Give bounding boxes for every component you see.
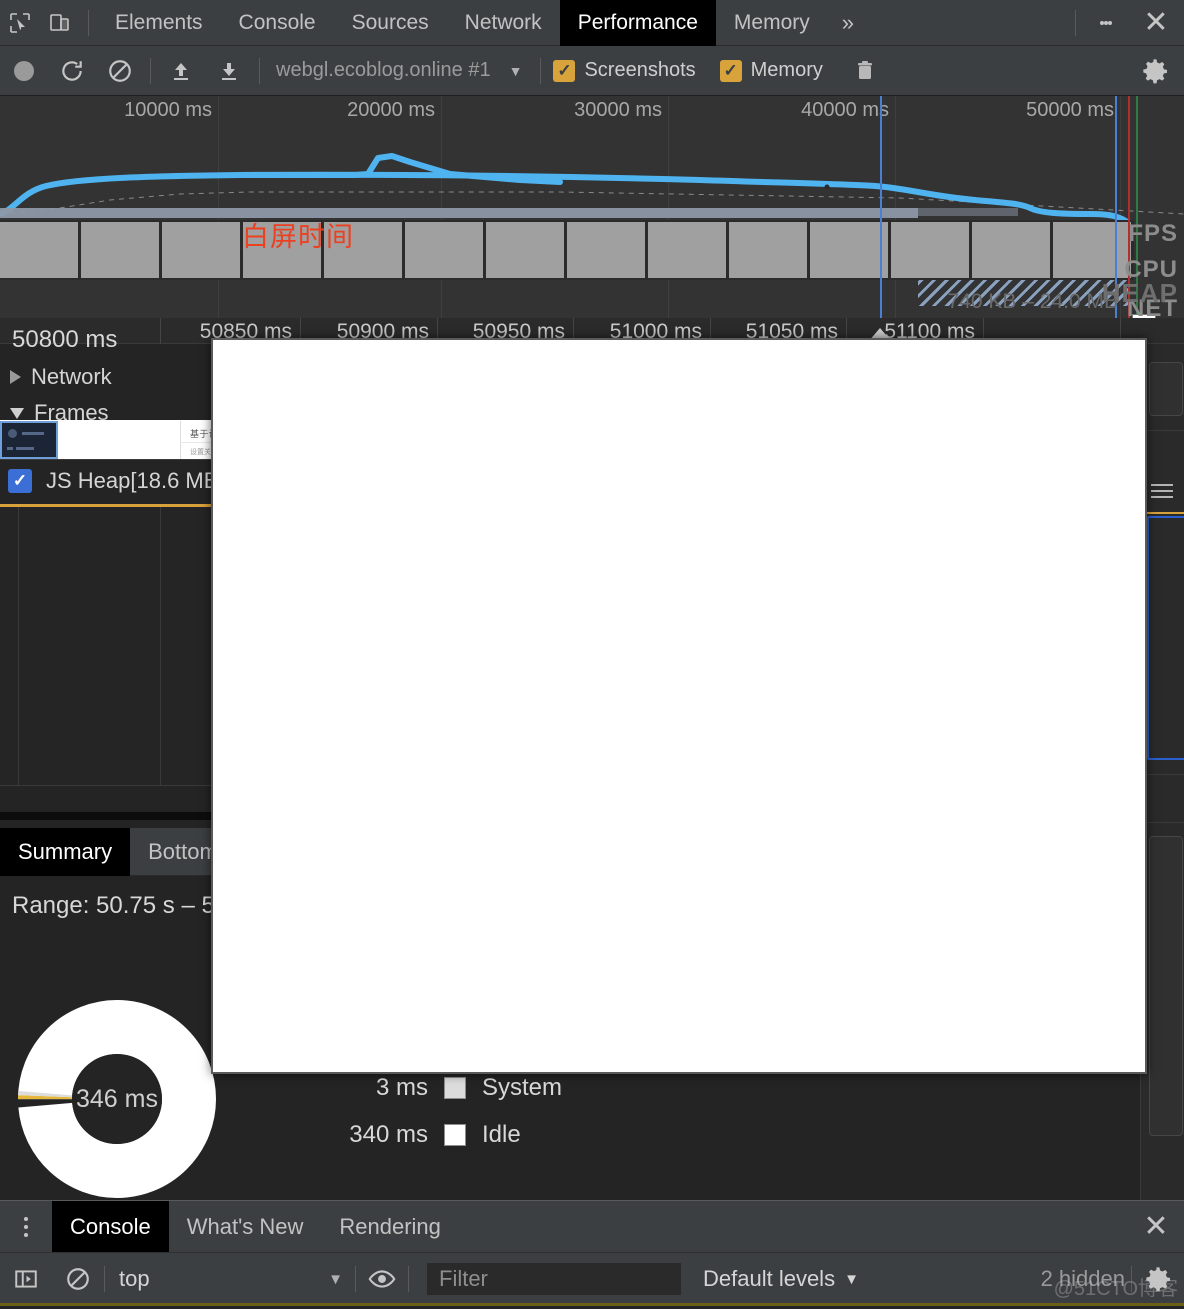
legend-row-idle[interactable]: 340 ms Idle — [330, 1111, 562, 1158]
tabbar-divider-right — [1075, 9, 1076, 36]
delete-icon[interactable] — [841, 46, 889, 96]
devtools-window: Elements Console Sources Network Perform… — [0, 0, 1184, 1309]
console-log-levels-value: Default levels — [703, 1266, 836, 1291]
console-context-value: top — [119, 1266, 150, 1291]
tab-sources[interactable]: Sources — [334, 0, 447, 46]
screenshots-label: Screenshots — [584, 59, 696, 81]
chevron-down-icon[interactable]: ▼ — [501, 63, 535, 79]
track-network[interactable]: Network — [0, 358, 112, 396]
drawer-tab-whats-new[interactable]: What's New — [169, 1201, 322, 1253]
memory-label: Memory — [750, 59, 823, 81]
chevron-down-icon — [10, 407, 24, 419]
drawer-tab-console[interactable]: Console — [52, 1200, 169, 1253]
rail-menu-icon[interactable] — [1151, 480, 1173, 502]
device-toolbar-icon[interactable] — [40, 0, 80, 46]
rail-card-bottom[interactable] — [1149, 836, 1183, 1136]
inspect-cursor-icon[interactable] — [0, 0, 40, 46]
console-sidebar-icon[interactable] — [0, 1253, 52, 1306]
white-screen-time-annotation: 白屏时间 — [242, 222, 354, 252]
console-filter-input[interactable]: Filter — [427, 1263, 681, 1295]
close-icon[interactable]: ✕ — [1128, 0, 1184, 46]
tabbar-divider — [88, 9, 89, 36]
overview-lane-label-fps: FPS — [1128, 220, 1178, 247]
perfbar-divider-2 — [259, 57, 260, 84]
overview-selection-start[interactable] — [880, 96, 882, 318]
chevron-right-icon — [10, 370, 21, 384]
perfbar-divider-3 — [540, 57, 542, 84]
performance-toolbar: webgl.ecoblog.online #1 ▼ ✓ Screenshots … — [0, 46, 1184, 96]
tab-console[interactable]: Console — [221, 0, 334, 46]
track-network-label: Network — [31, 364, 112, 389]
tab-network[interactable]: Network — [447, 0, 560, 46]
memory-check-glyph: ✓ — [719, 59, 742, 82]
overview-heap-range-label: 740 KB – 24.0 MB — [947, 290, 1118, 313]
devtools-tabbar: Elements Console Sources Network Perform… — [0, 0, 1184, 46]
profile-name-label[interactable]: webgl.ecoblog.online #1 — [266, 59, 501, 82]
console-prompt-rule — [0, 1303, 1184, 1306]
chevron-down-icon: ▼ — [844, 1270, 859, 1288]
console-context-selector[interactable]: top ▼ — [105, 1266, 355, 1292]
save-profile-icon[interactable] — [205, 46, 253, 96]
tab-elements[interactable]: Elements — [97, 0, 221, 46]
tab-performance[interactable]: Performance — [559, 0, 716, 46]
load-profile-icon[interactable] — [157, 46, 205, 96]
js-heap-label: JS Heap[18.6 MB — [46, 468, 219, 493]
tab-memory[interactable]: Memory — [716, 0, 828, 46]
close-drawer-icon[interactable]: ✕ — [1128, 1201, 1184, 1253]
legend-swatch-idle — [444, 1123, 466, 1146]
overview-frames-strip[interactable] — [0, 220, 1184, 280]
gear-icon[interactable] — [1126, 46, 1184, 96]
more-tools-icon[interactable] — [0, 1201, 52, 1253]
activity-donut-chart: 346 ms — [18, 1000, 216, 1198]
frame-screenshot-popup[interactable] — [211, 338, 1147, 1074]
clear-icon[interactable] — [96, 46, 144, 96]
chevron-down-icon: ▼ — [328, 1270, 343, 1288]
js-heap-checkbox[interactable]: ✓ — [8, 469, 32, 493]
legend-value-idle: 340 ms — [349, 1120, 428, 1148]
memory-checkbox[interactable]: ✓ Memory — [719, 59, 841, 82]
screenshots-checkbox[interactable]: ✓ Screenshots — [553, 59, 713, 82]
tab-summary[interactable]: Summary — [0, 827, 131, 876]
drawer-tab-rendering[interactable]: Rendering — [321, 1201, 459, 1253]
console-log-levels-select[interactable]: Default levels ▼ — [703, 1266, 859, 1292]
tabbar-right-group: ✕ — [1067, 0, 1184, 46]
donut-total-label: 346 ms — [76, 1084, 158, 1113]
activity-legend: 3 ms System 340 ms Idle — [330, 1064, 562, 1158]
more-options-icon[interactable] — [1084, 0, 1128, 46]
clear-console-icon[interactable] — [52, 1253, 104, 1306]
live-expression-icon[interactable] — [356, 1253, 408, 1306]
reload-and-record-icon[interactable] — [48, 46, 96, 96]
summary-range-label: Range: 50.75 s – 5 — [12, 892, 215, 919]
more-tabs-button[interactable]: » — [828, 0, 868, 46]
rail-selection-outline — [1147, 516, 1184, 760]
console-toolbar: top ▼ Filter Default levels ▼ 2 hidden — [0, 1252, 1184, 1305]
legend-value-system: 3 ms — [375, 1073, 428, 1101]
perfbar-divider-1 — [150, 57, 151, 84]
legend-name-idle: Idle — [482, 1120, 521, 1148]
watermark: @51CTO博客 — [1053, 1278, 1178, 1300]
screenshots-check-glyph: ✓ — [553, 59, 576, 82]
timeline-overview[interactable]: 10000 ms 20000 ms 30000 ms 40000 ms 5000… — [0, 96, 1184, 318]
frame-screenshot-thumb[interactable] — [0, 421, 58, 459]
console-filter-placeholder: Filter — [439, 1266, 488, 1291]
record-icon[interactable] — [0, 46, 48, 96]
legend-name-system: System — [482, 1073, 563, 1101]
legend-swatch-system — [444, 1076, 466, 1099]
drawer-tabbar: Console What's New Rendering ✕ — [0, 1200, 1184, 1253]
console-divider-3 — [408, 1266, 409, 1292]
detail-range-start-label: 50800 ms — [12, 326, 118, 353]
rail-orange-rule — [1141, 512, 1184, 514]
rail-card-top[interactable] — [1149, 362, 1183, 416]
